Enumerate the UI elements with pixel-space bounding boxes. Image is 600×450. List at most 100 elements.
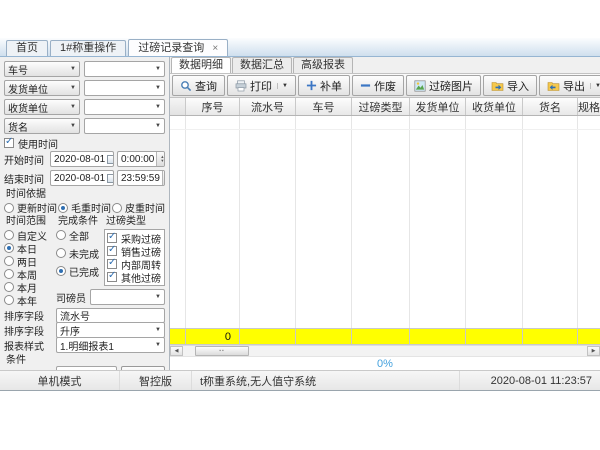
weigh-photo-button[interactable]: 过磅图片 — [406, 75, 481, 96]
receiver-value-combo[interactable]: ▼ — [84, 99, 165, 115]
radio-basis-gross[interactable]: 毛重时间 — [58, 202, 111, 214]
goods-field-selector[interactable]: 货名 ▼ — [4, 118, 80, 134]
column-header-spec[interactable]: 规格 — [578, 98, 600, 115]
filter-row-receiver: 收货单位 ▼ ▼ — [4, 99, 165, 115]
radio-range-month[interactable]: 本月 — [4, 281, 56, 293]
radio-finish-unfinished-label: 未完成 — [69, 246, 99, 261]
radio-finish-all[interactable]: 全部 — [56, 229, 104, 241]
radio-basis-tare[interactable]: 皮重时间 — [112, 202, 165, 214]
checkbox-icon[interactable] — [107, 246, 117, 256]
radio-icon[interactable] — [4, 295, 14, 305]
scrollbar-thumb[interactable]: ▪▪ — [195, 346, 249, 356]
weigher-combo[interactable]: ▼ — [90, 289, 165, 305]
tab-weigh-operation[interactable]: 1#称重操作 — [50, 40, 126, 56]
radio-icon[interactable] — [56, 230, 66, 240]
record-grid: 序号 流水号 车号 过磅类型 发货单位 收货单位 货名 规格 — [170, 98, 600, 370]
tab-data-summary[interactable]: 数据汇总 — [232, 57, 292, 73]
radio-icon[interactable] — [58, 203, 68, 213]
radio-icon[interactable] — [4, 243, 14, 253]
filter-row-vehicle: 车号 ▼ ▼ — [4, 61, 165, 77]
screen: 首页 1#称重操作 过磅记录查询 × 车号 ▼ ▼ — [0, 0, 600, 450]
query-button[interactable]: 查询 — [172, 75, 225, 96]
import-button[interactable]: 导入 — [483, 75, 537, 96]
end-time-spinner[interactable]: 23:59:59 ▲▼ — [117, 170, 165, 186]
column-header-serial-label: 流水号 — [251, 99, 284, 115]
radio-range-year[interactable]: 本年 — [4, 294, 56, 306]
column-header-type[interactable]: 过磅类型 — [352, 98, 410, 115]
radio-icon[interactable] — [4, 282, 14, 292]
sender-field-selector[interactable]: 发货单位 ▼ — [4, 80, 80, 96]
grid-column — [578, 116, 600, 328]
checkbox-type-other[interactable]: 其他过磅 — [107, 271, 162, 283]
sort-order-combo[interactable]: 升序 ▼ — [56, 322, 165, 338]
checkbox-icon[interactable] — [107, 233, 117, 243]
progress-bar: 0% — [170, 356, 600, 370]
column-header-serial[interactable]: 流水号 — [240, 98, 296, 115]
sort-field-input[interactable]: 流水号 — [56, 308, 165, 323]
horizontal-scrollbar[interactable]: ◀ ▪▪ ▶ — [170, 345, 600, 356]
void-ticket-button[interactable]: 作废 — [352, 75, 404, 96]
tab-advanced-report[interactable]: 高级报表 — [293, 57, 353, 73]
status-datetime-value: 2020-08-01 11:23:57 — [491, 375, 592, 387]
grid-column — [466, 116, 523, 328]
export-button[interactable]: 导出 ▼ — [539, 75, 600, 96]
start-date-picker[interactable]: 2020-08-01 ▼ — [50, 151, 114, 167]
makeup-ticket-button[interactable]: 补单 — [298, 75, 350, 96]
vehicle-value-combo[interactable]: ▼ — [84, 61, 165, 77]
summary-cell — [296, 329, 352, 344]
end-date-picker[interactable]: 2020-08-01 ▼ — [50, 170, 114, 186]
query-button-label: 查询 — [195, 78, 217, 94]
void-button-label: 作废 — [374, 78, 396, 94]
report-style-combo[interactable]: 1.明细报表1 ▼ — [56, 337, 165, 353]
vehicle-field-selector[interactable]: 车号 ▼ — [4, 61, 80, 77]
start-time-row: 开始时间 2020-08-01 ▼ 0:00:00 ▲▼ — [4, 151, 165, 167]
column-header-receiver[interactable]: 收货单位 — [466, 98, 523, 115]
chevron-down-icon: ▼ — [70, 104, 76, 110]
receiver-field-selector[interactable]: 收货单位 ▼ — [4, 99, 80, 115]
use-time-checkbox-row[interactable]: 使用时间 — [4, 137, 165, 149]
checkbox-type-sale[interactable]: 销售过磅 — [107, 245, 162, 257]
column-header-seq-label: 序号 — [202, 99, 224, 115]
radio-finish-unfinished[interactable]: 未完成 — [56, 247, 104, 259]
scroll-right-icon[interactable]: ▶ — [587, 346, 600, 356]
column-header-vehicle[interactable]: 车号 — [296, 98, 352, 115]
radio-icon[interactable] — [56, 266, 66, 276]
radio-range-twodays[interactable]: 两日 — [4, 255, 56, 267]
checkbox-type-purchase[interactable]: 采购过磅 — [107, 232, 162, 244]
goods-value-combo[interactable]: ▼ — [84, 118, 165, 134]
summary-cell — [240, 329, 296, 344]
start-time-spinner[interactable]: 0:00:00 ▲▼ — [117, 151, 165, 167]
radio-icon[interactable] — [4, 269, 14, 279]
chevron-down-icon[interactable]: ▼ — [590, 83, 600, 89]
radio-icon[interactable] — [112, 203, 122, 213]
column-header-goods[interactable]: 货名 — [523, 98, 578, 115]
print-button[interactable]: 打印 ▼ — [227, 75, 296, 96]
spinner-arrows-icon[interactable]: ▲▼ — [162, 171, 165, 185]
grid-column — [352, 116, 410, 328]
spinner-arrows-icon[interactable]: ▲▼ — [156, 152, 165, 166]
radio-icon[interactable] — [4, 230, 14, 240]
checkbox-icon[interactable] — [107, 259, 117, 269]
radio-icon[interactable] — [4, 256, 14, 266]
radio-range-custom[interactable]: 自定义 — [4, 229, 56, 241]
column-header-sender[interactable]: 发货单位 — [410, 98, 466, 115]
data-subtabs: 数据明细 数据汇总 高级报表 — [170, 57, 600, 74]
radio-range-week[interactable]: 本周 — [4, 268, 56, 280]
tab-data-detail[interactable]: 数据明细 — [171, 57, 231, 73]
radio-icon[interactable] — [56, 248, 66, 258]
close-icon[interactable]: × — [212, 43, 218, 54]
tab-weigh-record-query[interactable]: 过磅记录查询 × — [128, 39, 228, 56]
tab-home[interactable]: 首页 — [6, 40, 48, 56]
checkbox-type-internal[interactable]: 内部周转 — [107, 258, 162, 270]
radio-finish-finished[interactable]: 已完成 — [56, 265, 104, 277]
radio-range-today[interactable]: 本日 — [4, 242, 56, 254]
chevron-down-icon[interactable]: ▼ — [277, 83, 288, 89]
radio-basis-update[interactable]: 更新时间 — [4, 202, 57, 214]
column-header-seq[interactable]: 序号 — [186, 98, 240, 115]
scroll-left-icon[interactable]: ◀ — [170, 346, 183, 356]
grid-body — [170, 116, 600, 328]
checkbox-icon[interactable] — [4, 138, 14, 148]
checkbox-icon[interactable] — [107, 272, 117, 282]
radio-icon[interactable] — [4, 203, 14, 213]
sender-value-combo[interactable]: ▼ — [84, 80, 165, 96]
